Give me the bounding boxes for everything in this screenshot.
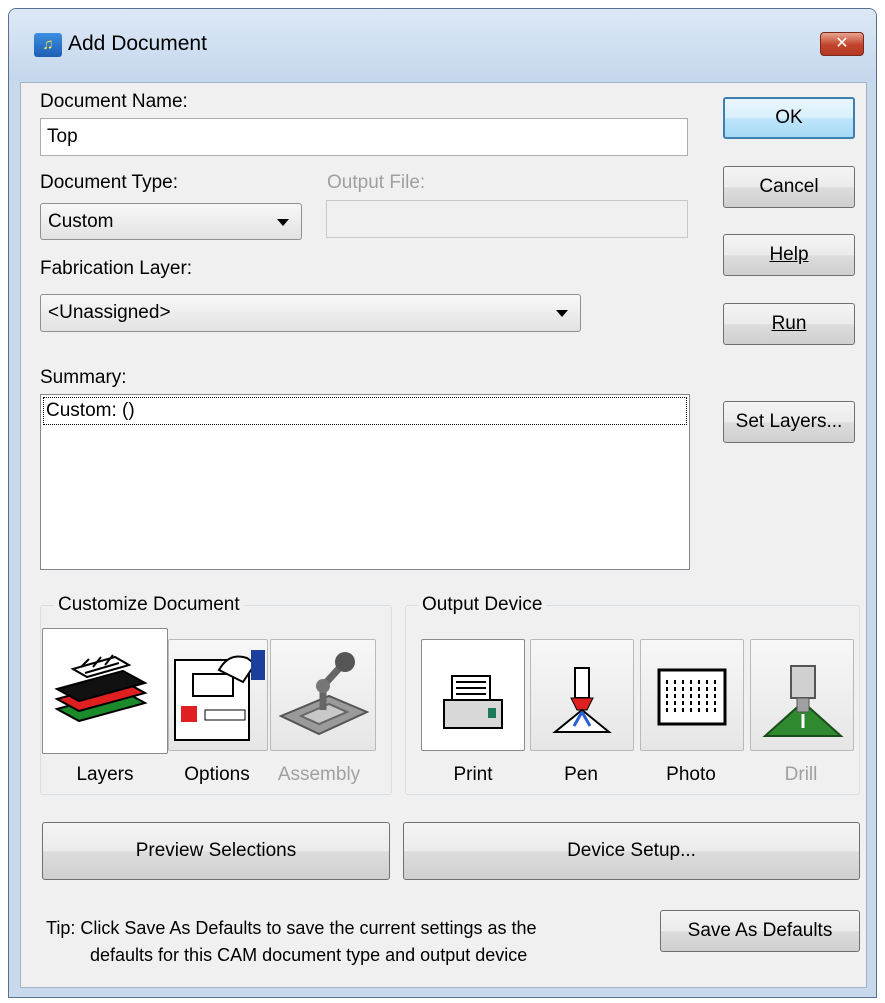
document-type-value: Custom: [48, 211, 114, 232]
pen-plotter-icon: [552, 667, 612, 733]
assembly-tile: [270, 639, 376, 751]
output-file-label: Output File:: [327, 172, 426, 193]
fabrication-layer-select[interactable]: <Unassigned>: [40, 294, 581, 332]
photo-tile[interactable]: [640, 639, 744, 751]
cancel-button[interactable]: Cancel: [723, 166, 855, 208]
close-button[interactable]: ✕: [820, 32, 864, 56]
options-label: Options: [184, 764, 250, 785]
options-icon: [174, 650, 265, 741]
pen-tile[interactable]: [530, 639, 634, 751]
fabrication-layer-label: Fabrication Layer:: [40, 258, 193, 279]
options-tile[interactable]: [168, 639, 268, 751]
document-name-label: Document Name:: [40, 91, 188, 112]
pen-label: Pen: [564, 764, 598, 785]
set-layers-button[interactable]: Set Layers...: [723, 401, 855, 443]
window-title: Add Document: [68, 32, 207, 55]
device-setup-button[interactable]: Device Setup...: [403, 822, 860, 880]
drill-label: Drill: [784, 764, 818, 785]
layers-tile[interactable]: [42, 628, 168, 754]
print-label: Print: [453, 764, 493, 785]
document-name-input[interactable]: Top: [40, 118, 688, 156]
output-device-title: Output Device: [418, 594, 547, 616]
drill-icon: [762, 665, 844, 737]
help-button[interactable]: Help: [723, 234, 855, 276]
document-type-label: Document Type:: [40, 172, 179, 193]
assembly-icon: [278, 652, 370, 736]
ok-button[interactable]: OK: [723, 97, 855, 139]
assembly-label: Assembly: [277, 764, 361, 785]
summary-listbox[interactable]: Custom: (): [40, 394, 690, 570]
photo-label: Photo: [666, 764, 716, 785]
drill-tile: [750, 639, 854, 751]
run-button[interactable]: Run: [723, 303, 855, 345]
fabrication-layer-value: <Unassigned>: [48, 302, 171, 323]
save-as-defaults-button[interactable]: Save As Defaults: [660, 910, 860, 952]
chevron-down-icon: [556, 310, 568, 317]
document-type-select[interactable]: Custom: [40, 203, 302, 240]
layers-icon: [54, 654, 148, 723]
tip-line-2: defaults for this CAM document type and …: [90, 945, 528, 965]
printer-icon: [443, 675, 503, 729]
photo-plotter-icon: [657, 668, 727, 726]
chevron-down-icon: [277, 219, 289, 226]
app-icon: ♫: [34, 33, 62, 57]
output-file-input: [326, 200, 688, 238]
layers-label: Layers: [76, 764, 134, 785]
customize-document-title: Customize Document: [54, 594, 244, 616]
summary-item[interactable]: Custom: (): [43, 397, 687, 425]
summary-label: Summary:: [40, 367, 127, 388]
tip-line-1: Tip: Click Save As Defaults to save the …: [46, 918, 537, 938]
preview-selections-button[interactable]: Preview Selections: [42, 822, 390, 880]
print-tile[interactable]: [421, 639, 525, 751]
